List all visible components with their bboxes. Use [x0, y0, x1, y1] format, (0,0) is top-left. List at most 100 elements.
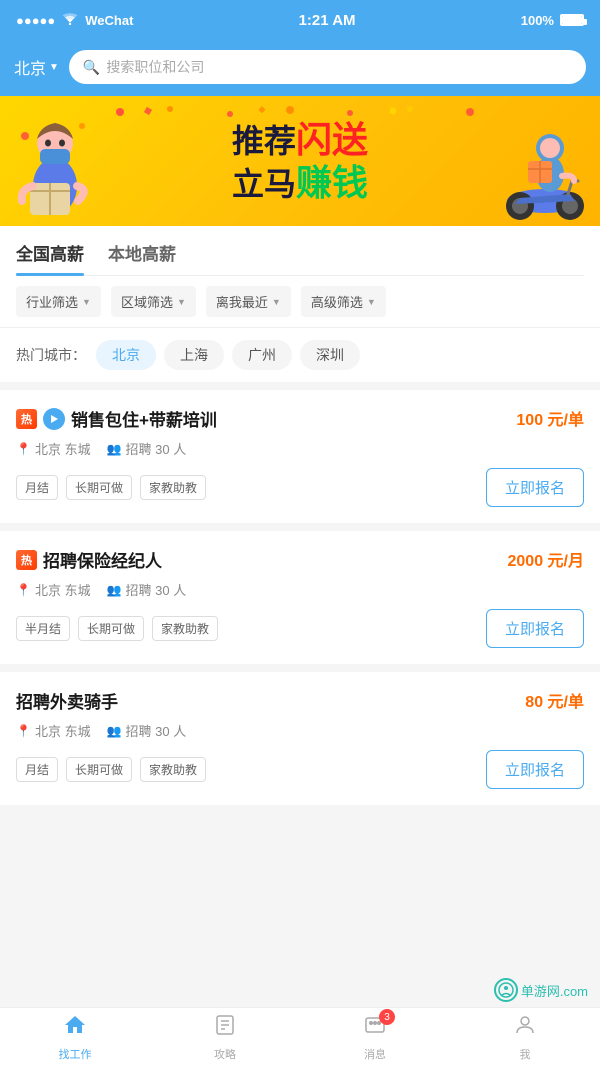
- banner-text-part1: 推荐: [232, 123, 296, 159]
- job-meta-2: 📍 北京 东城 👥 招聘 30 人: [16, 580, 584, 599]
- job-headcount-2: 👥 招聘 30 人: [107, 580, 187, 599]
- job-tag-3-1: 长期可做: [66, 757, 132, 782]
- person-icon-2: 👥: [107, 583, 122, 597]
- job-tag-list-1: 月结 长期可做 家教助教: [16, 475, 206, 500]
- job-card-3[interactable]: 招聘外卖骑手 80 元/单 📍 北京 东城 👥 招聘 30 人 月结 长期可做 …: [0, 672, 600, 813]
- location-arrow-icon: ▼: [49, 62, 59, 73]
- battery-percent: 100%: [521, 13, 554, 28]
- filter-region-arrow: ▼: [177, 297, 186, 307]
- job-title-area-1: 热 销售包住+带薪培训: [16, 406, 516, 431]
- job-card-2[interactable]: 热 招聘保险经纪人 2000 元/月 📍 北京 东城 👥 招聘 30 人 半月结…: [0, 531, 600, 672]
- job-location-3: 📍 北京 东城: [16, 721, 91, 740]
- messages-badge-container: 3: [363, 1013, 387, 1043]
- job-tag-2-0: 半月结: [16, 616, 70, 641]
- location-pin-icon-1: 📍: [16, 442, 31, 456]
- job-tag-list-3: 月结 长期可做 家教助教: [16, 757, 206, 782]
- job-tag-1-1: 长期可做: [66, 475, 132, 500]
- main-tabs-section: 全国高薪 本地高薪: [0, 226, 600, 276]
- apply-button-3[interactable]: 立即报名: [486, 750, 584, 789]
- job-title-3: 招聘外卖骑手: [16, 688, 118, 713]
- app-header: 北京 ▼ 🔍 搜索职位和公司: [0, 40, 600, 96]
- job-title-area-2: 热 招聘保险经纪人: [16, 547, 508, 572]
- nav-item-find-work[interactable]: 找工作: [0, 1008, 150, 1067]
- tab-local-highpay[interactable]: 本地高薪: [108, 240, 176, 275]
- filter-advanced-arrow: ▼: [367, 297, 376, 307]
- banner-text-part3: 立马: [232, 166, 296, 202]
- search-bar[interactable]: 🔍 搜索职位和公司: [69, 50, 586, 84]
- apply-button-2[interactable]: 立即报名: [486, 609, 584, 648]
- filter-industry-arrow: ▼: [82, 297, 91, 307]
- nav-label-find-work: 找工作: [59, 1046, 92, 1062]
- promo-banner[interactable]: 推荐闪送 立马赚钱: [0, 96, 600, 226]
- signal-dots: ●●●●●: [16, 13, 55, 28]
- search-placeholder: 搜索职位和公司: [106, 57, 204, 77]
- banner-left-figure: [10, 111, 100, 226]
- city-tag-beijing[interactable]: 北京: [96, 340, 156, 370]
- banner-right-figure: [500, 116, 590, 226]
- job-salary-1: 100 元/单: [516, 406, 584, 430]
- job-location-2: 📍 北京 东城: [16, 580, 91, 599]
- watermark-text: 单游网.com: [521, 981, 588, 1000]
- job-salary-2: 2000 元/月: [508, 547, 585, 571]
- tab-nationwide-highpay[interactable]: 全国高薪: [16, 240, 84, 275]
- profile-icon: [513, 1013, 537, 1043]
- banner-text-part4: 赚钱: [296, 162, 368, 203]
- battery-icon: [560, 14, 584, 26]
- job-tag-1-2: 家教助教: [140, 475, 206, 500]
- home-icon: [63, 1013, 87, 1043]
- job-tags-row-2: 半月结 长期可做 家教助教 立即报名: [16, 609, 584, 648]
- job-meta-1: 📍 北京 东城 👥 招聘 30 人: [16, 439, 584, 458]
- city-tag-list: 北京 上海 广州 深圳: [96, 340, 360, 370]
- job-tag-3-2: 家教助教: [140, 757, 206, 782]
- job-header-1: 热 销售包住+带薪培训 100 元/单: [16, 406, 584, 431]
- job-title-area-3: 招聘外卖骑手: [16, 688, 525, 713]
- person-icon-1: 👥: [107, 442, 122, 456]
- nav-item-messages[interactable]: 3 消息: [300, 1008, 450, 1067]
- job-tag-3-0: 月结: [16, 757, 58, 782]
- search-icon: 🔍: [83, 59, 100, 76]
- bottom-navigation: 找工作 攻略 3 消息: [0, 1007, 600, 1067]
- job-meta-3: 📍 北京 东城 👥 招聘 30 人: [16, 721, 584, 740]
- video-badge-1: [43, 408, 65, 430]
- app-name: WeChat: [85, 13, 133, 28]
- job-tag-2-1: 长期可做: [78, 616, 144, 641]
- nav-item-profile[interactable]: 我: [450, 1008, 600, 1067]
- location-button[interactable]: 北京 ▼: [14, 55, 59, 79]
- job-tags-row-3: 月结 长期可做 家教助教 立即报名: [16, 750, 584, 789]
- filter-industry[interactable]: 行业筛选 ▼: [16, 286, 101, 317]
- job-list: 热 销售包住+带薪培训 100 元/单 📍 北京 东城 👥 招聘 30 人 月结…: [0, 390, 600, 813]
- signal-area: ●●●●● WeChat: [16, 12, 133, 28]
- filter-advanced[interactable]: 高级筛选 ▼: [301, 286, 386, 317]
- main-tabs: 全国高薪 本地高薪: [16, 240, 584, 276]
- hot-badge-1: 热: [16, 409, 37, 429]
- hot-cities-bar: 热门城市： 北京 上海 广州 深圳: [0, 328, 600, 390]
- filter-nearby[interactable]: 离我最近 ▼: [206, 286, 291, 317]
- job-location-1: 📍 北京 东城: [16, 439, 91, 458]
- job-headcount-3: 👥 招聘 30 人: [107, 721, 187, 740]
- hot-badge-2: 热: [16, 550, 37, 570]
- person-icon-3: 👥: [107, 724, 122, 738]
- wifi-icon: [62, 12, 78, 28]
- apply-button-1[interactable]: 立即报名: [486, 468, 584, 507]
- location-pin-icon-2: 📍: [16, 583, 31, 597]
- time-display: 1:21 AM: [299, 12, 356, 29]
- nav-label-profile: 我: [520, 1046, 531, 1062]
- job-salary-3: 80 元/单: [525, 688, 584, 712]
- job-header-3: 招聘外卖骑手 80 元/单: [16, 688, 584, 713]
- nav-item-guide[interactable]: 攻略: [150, 1008, 300, 1067]
- banner-text: 推荐闪送 立马赚钱: [232, 118, 368, 204]
- location-pin-icon-3: 📍: [16, 724, 31, 738]
- job-header-2: 热 招聘保险经纪人 2000 元/月: [16, 547, 584, 572]
- city-tag-guangzhou[interactable]: 广州: [232, 340, 292, 370]
- job-card-1[interactable]: 热 销售包住+带薪培训 100 元/单 📍 北京 东城 👥 招聘 30 人 月结…: [0, 390, 600, 531]
- hot-cities-label: 热门城市：: [16, 345, 86, 365]
- job-tag-1-0: 月结: [16, 475, 58, 500]
- job-headcount-1: 👥 招聘 30 人: [107, 439, 187, 458]
- filter-bar: 行业筛选 ▼ 区域筛选 ▼ 离我最近 ▼ 高级筛选 ▼: [0, 276, 600, 328]
- location-text: 北京: [14, 55, 46, 79]
- city-tag-shenzhen[interactable]: 深圳: [300, 340, 360, 370]
- nav-label-guide: 攻略: [214, 1046, 236, 1062]
- filter-region[interactable]: 区域筛选 ▼: [111, 286, 196, 317]
- city-tag-shanghai[interactable]: 上海: [164, 340, 224, 370]
- job-title-1: 销售包住+带薪培训: [71, 406, 217, 431]
